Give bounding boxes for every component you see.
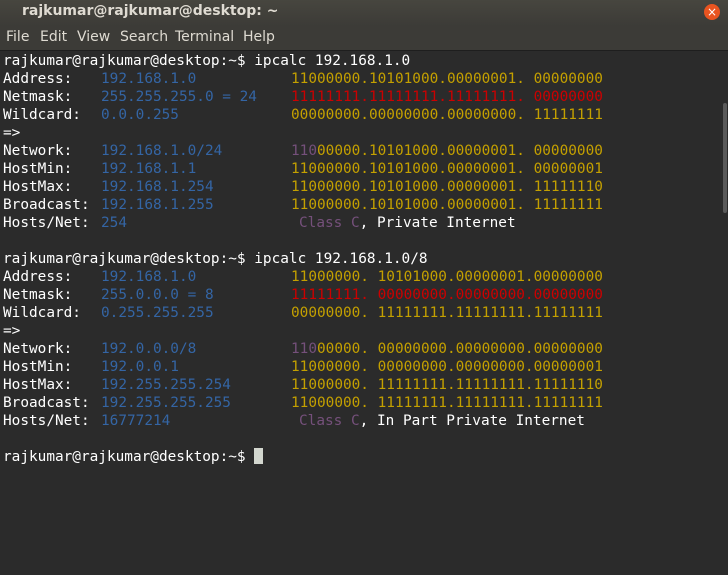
netmask-binary: 11111111.11111111.11111111. 00000000 [291,89,603,105]
network-binary: 11000000.10101000.00000001. 00000000 [291,143,603,159]
broadcast-binary: 11000000. 11111111.11111111.11111111 [291,395,603,411]
hosts-value: 16777214 [101,413,171,429]
menu-file[interactable]: File [6,29,29,45]
prompt: rajkumar@rajkumar@desktop:~$ [3,449,246,465]
netmask-row: Netmask: [3,89,73,105]
menu-view[interactable]: View [77,29,110,45]
broadcast-value: 192.168.1.255 [101,197,214,213]
wildcard-binary: 00000000.00000000.00000000. 11111111 [291,107,603,123]
arrow: => [3,125,21,141]
netmask-value: 255.0.0.0 = 8 [101,287,214,303]
netmask-row: Netmask: [3,287,73,303]
broadcast-binary: 11000000.10101000.00000001. 11111111 [291,197,603,213]
address-value: 192.168.1.0 [101,269,197,285]
hostmin-value: 192.0.0.1 [101,359,179,375]
wildcard-binary: 00000000. 11111111.11111111.11111111 [291,305,603,321]
menu-help[interactable]: Help [243,29,275,45]
wildcard-row: Wildcard: [3,305,81,321]
hostmax-value: 192.168.1.254 [101,179,214,195]
hostmin-value: 192.168.1.1 [101,161,197,177]
command-line: rajkumar@rajkumar@desktop:~$ ipcalc 192.… [3,250,428,268]
hostmax-value: 192.255.255.254 [101,377,231,393]
broadcast-row: Broadcast: [3,395,90,411]
close-icon[interactable]: × [704,4,720,20]
hostmax-row: HostMax: [3,377,73,393]
menu-edit[interactable]: Edit [40,29,67,45]
broadcast-value: 192.255.255.255 [101,395,231,411]
text-cursor [254,448,264,464]
address-row: Address: [3,71,73,87]
prompt: rajkumar@rajkumar@desktop:~$ [3,251,246,267]
menu-search[interactable]: Search [120,29,168,45]
hostmax-row: HostMax: [3,179,73,195]
hostmin-row: HostMin: [3,359,73,375]
network-binary: 11000000. 00000000.00000000.00000000 [291,341,603,357]
terminal-window: rajkumar@rajkumar@desktop: ~ × File Edit… [0,0,728,575]
hosts-class: Class C, Private Internet [299,215,516,231]
window-title: rajkumar@rajkumar@desktop: ~ [22,3,279,19]
network-row: Network: [3,341,73,357]
address-row: Address: [3,269,73,285]
final-prompt-line[interactable]: rajkumar@rajkumar@desktop:~$ [3,448,264,466]
hostmax-binary: 11000000. 11111111.11111111.11111110 [291,377,603,393]
netmask-value: 255.255.255.0 = 24 [101,89,257,105]
hostmin-row: HostMin: [3,161,73,177]
address-value: 192.168.1.0 [101,71,197,87]
hostmax-binary: 11000000.10101000.00000001. 11111110 [291,179,603,195]
network-row: Network: [3,143,73,159]
hosts-value: 254 [101,215,127,231]
address-binary: 11000000.10101000.00000001. 00000000 [291,71,603,87]
command: ipcalc 192.168.1.0 [245,53,411,69]
menu-terminal[interactable]: Terminal [175,29,234,45]
address-binary: 11000000. 10101000.00000001.00000000 [291,269,603,285]
prompt: rajkumar@rajkumar@desktop:~$ [3,53,246,69]
command: ipcalc 192.168.1.0/8 [245,251,428,267]
netmask-binary: 11111111. 00000000.00000000.00000000 [291,287,603,303]
hosts-row: Hosts/Net: [3,215,90,231]
menu-bar: File Edit View Search Terminal Help [0,26,728,50]
wildcard-value: 0.0.0.255 [101,107,179,123]
arrow: => [3,323,21,339]
hosts-row: Hosts/Net: [3,413,90,429]
title-bar[interactable]: rajkumar@rajkumar@desktop: ~ × [0,0,728,26]
wildcard-row: Wildcard: [3,107,81,123]
hostmin-binary: 11000000. 00000000.00000000.00000001 [291,359,603,375]
broadcast-row: Broadcast: [3,197,90,213]
wildcard-value: 0.255.255.255 [101,305,214,321]
hostmin-binary: 11000000.10101000.00000001. 00000001 [291,161,603,177]
scrollbar[interactable] [723,103,727,213]
network-value: 192.168.1.0/24 [101,143,223,159]
network-value: 192.0.0.0/8 [101,341,197,357]
command-line: rajkumar@rajkumar@desktop:~$ ipcalc 192.… [3,52,410,70]
terminal-output[interactable]: rajkumar@rajkumar@desktop:~$ ipcalc 192.… [0,50,728,575]
hosts-class: Class C, In Part Private Internet [299,413,585,429]
